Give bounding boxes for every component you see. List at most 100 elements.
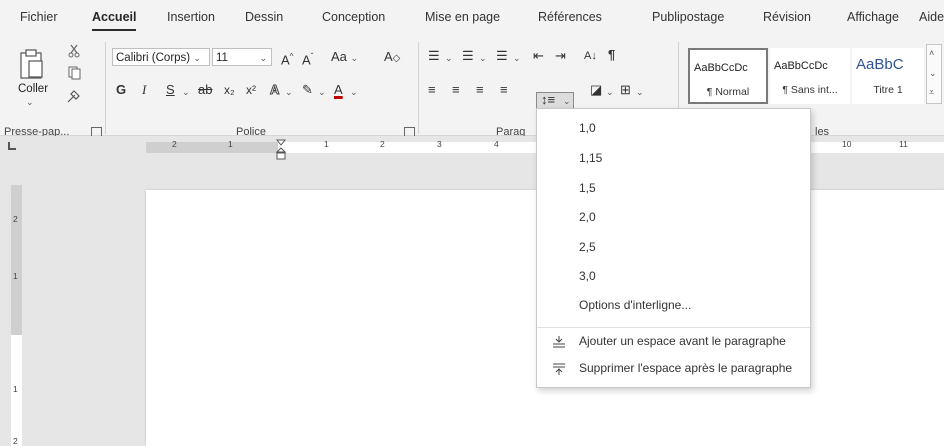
decrease-indent-icon[interactable]: ⇤ (533, 48, 544, 64)
line-spacing-caret: ⌄ (563, 96, 571, 106)
clear-formatting-icon[interactable]: A◇ (384, 49, 400, 67)
shrink-font-icon[interactable]: Aˇ (302, 49, 313, 68)
group-separator (418, 42, 419, 134)
text-effects-icon[interactable]: A (269, 82, 279, 98)
style-normal[interactable]: AaBbCcDc ¶ Normal (688, 48, 768, 104)
tab-fichier[interactable]: Fichier (20, 10, 58, 24)
subscript-button[interactable]: x₂ (224, 82, 235, 98)
highlight-icon[interactable]: ✎ (302, 82, 313, 98)
show-formatting-icon[interactable]: ¶ (608, 47, 615, 63)
tab-mise-en-page[interactable]: Mise en page (425, 10, 500, 24)
font-size-combo[interactable]: 11 ⌄ (212, 48, 272, 66)
menu-item-spacing-1-5[interactable]: 1,5 (579, 181, 596, 195)
remove-space-after-icon (553, 363, 565, 375)
tab-references[interactable]: Références (538, 10, 602, 24)
ruler-number: 11 (899, 139, 908, 149)
font-size-value: 11 (216, 52, 228, 64)
ruler-number: 4 (494, 139, 499, 149)
paste-dropdown-caret[interactable]: ⌄ (26, 97, 34, 108)
line-spacing-icon: ↕≡ (541, 92, 556, 107)
style-heading-1[interactable]: AaBbC Titre 1 (852, 48, 924, 104)
numbering-caret[interactable]: ⌄ (479, 50, 487, 66)
change-case-button[interactable]: Aa ⌄ (331, 49, 358, 66)
font-name-combo[interactable]: Calibri (Corps) ⌄ (112, 48, 210, 66)
numbering-icon[interactable]: ☰ (462, 48, 474, 64)
vruler-number: 2 (13, 436, 18, 446)
vruler-number: 1 (13, 271, 18, 281)
tab-publipostage[interactable]: Publipostage (652, 10, 724, 24)
style-name: ¶ Normal (706, 86, 750, 98)
change-case-label: Aa (331, 49, 347, 64)
borders-caret[interactable]: ⌄ (636, 84, 644, 100)
superscript-button[interactable]: x² (246, 82, 256, 98)
font-name-value: Calibri (Corps) (116, 52, 191, 64)
tab-insertion[interactable]: Insertion (167, 10, 215, 24)
bold-button[interactable]: G (116, 82, 126, 98)
gallery-down-icon[interactable]: ⌄ (929, 65, 937, 81)
menu-item-spacing-2-0[interactable]: 2,0 (579, 210, 596, 224)
grow-font-icon[interactable]: A^ (281, 49, 293, 68)
vruler-number: 1 (13, 384, 18, 394)
align-center-icon[interactable]: ≡ (452, 82, 460, 98)
sort-icon[interactable]: A↓ (584, 48, 597, 64)
tab-affichage[interactable]: Affichage (847, 10, 899, 24)
ruler-number: 1 (324, 139, 329, 149)
bullets-icon[interactable]: ☰ (428, 48, 440, 64)
gallery-more-icon[interactable]: ⩡ (929, 84, 934, 100)
menu-item-line-spacing-options[interactable]: Options d'interligne... (579, 298, 691, 312)
italic-button[interactable]: I (142, 82, 146, 98)
tab-conception[interactable]: Conception (322, 10, 385, 24)
style-preview: AaBbCcDc (694, 62, 748, 74)
style-name: Titre 1 (873, 84, 903, 96)
style-name: ¶ Sans int... (782, 84, 838, 96)
shading-caret[interactable]: ⌄ (606, 84, 614, 100)
group-separator (105, 42, 106, 134)
menu-separator (537, 327, 810, 328)
borders-icon[interactable]: ⊞ (620, 82, 631, 98)
format-painter-icon[interactable] (66, 88, 82, 104)
ribbon-tab-bar: Fichier Accueil Insertion Dessin Concept… (0, 0, 944, 34)
ruler-margin-left (146, 142, 278, 153)
menu-item-spacing-1-0[interactable]: 1,0 (579, 121, 596, 135)
tab-dessin[interactable]: Dessin (245, 10, 283, 24)
tab-aide[interactable]: Aide (919, 10, 944, 24)
gallery-up-icon[interactable]: ˄ (929, 45, 934, 61)
vruler-number: 2 (13, 214, 18, 224)
tab-revision[interactable]: Révision (763, 10, 811, 24)
menu-item-spacing-2-5[interactable]: 2,5 (579, 240, 596, 254)
align-left-icon[interactable]: ≡ (428, 82, 436, 98)
multilevel-list-icon[interactable]: ☰ (496, 48, 508, 64)
indent-marker-icon[interactable] (276, 139, 286, 161)
increase-indent-icon[interactable]: ⇥ (555, 48, 566, 64)
style-preview: AaBbCcDc (774, 60, 828, 72)
strikethrough-button[interactable]: ab (198, 82, 212, 98)
menu-item-remove-space-after[interactable]: Supprimer l'espace après le paragraphe (579, 361, 792, 375)
vertical-ruler-margin (11, 185, 22, 335)
ruler-number: 2 (380, 139, 385, 149)
cut-icon[interactable] (68, 44, 80, 58)
ruler-number: 3 (437, 139, 442, 149)
menu-item-spacing-3-0[interactable]: 3,0 (579, 269, 596, 283)
underline-button[interactable]: S (166, 82, 175, 98)
ruler-number: 10 (842, 139, 852, 149)
paste-button[interactable]: Coller (18, 83, 48, 95)
tab-accueil[interactable]: Accueil (92, 10, 137, 31)
font-color-icon[interactable]: A (334, 82, 343, 98)
style-no-spacing[interactable]: AaBbCcDc ¶ Sans int... (770, 48, 850, 104)
justify-icon[interactable]: ≡ (500, 82, 508, 98)
shading-icon[interactable]: ◪ (590, 82, 602, 98)
line-spacing-menu: 1,0 1,15 1,5 2,0 2,5 3,0 Options d'inter… (536, 108, 811, 388)
font-color-caret[interactable]: ⌄ (350, 84, 358, 100)
multilevel-caret[interactable]: ⌄ (513, 50, 521, 66)
align-right-icon[interactable]: ≡ (476, 82, 484, 98)
copy-icon[interactable] (68, 66, 81, 80)
bullets-caret[interactable]: ⌄ (445, 50, 453, 66)
underline-dropdown-caret[interactable]: ⌄ (182, 84, 190, 100)
menu-item-spacing-1-15[interactable]: 1,15 (579, 151, 602, 165)
tab-selector-icon[interactable] (8, 142, 16, 150)
text-effects-caret[interactable]: ⌄ (285, 84, 293, 100)
paste-icon[interactable] (18, 48, 44, 80)
highlight-caret[interactable]: ⌄ (318, 84, 326, 100)
ruler-number: 2 (172, 139, 177, 149)
menu-item-add-space-before[interactable]: Ajouter un espace avant le paragraphe (579, 334, 786, 348)
